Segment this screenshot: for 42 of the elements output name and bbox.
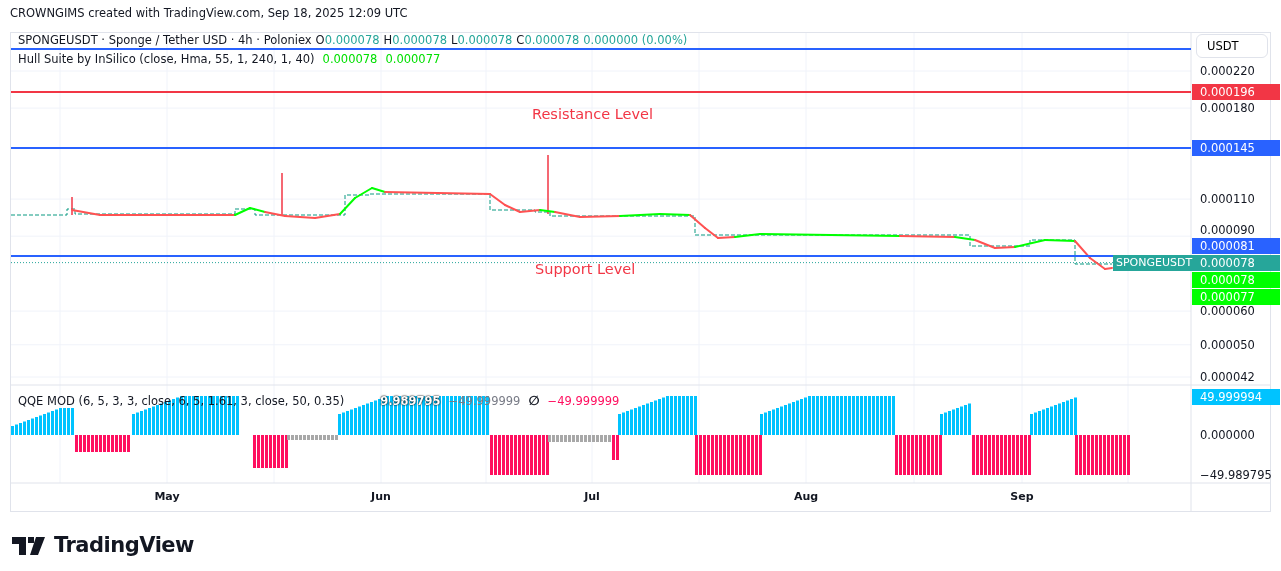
price-tag: 0.000081: [1192, 237, 1280, 254]
price-tag: 0.000078: [1192, 254, 1280, 271]
symbol-tag: SPONGEUSDT: [1113, 254, 1196, 271]
axis-label: 0.000042: [1199, 369, 1256, 385]
indicator-value: 0.000078: [322, 52, 378, 66]
price-tag: 0.000145: [1192, 140, 1280, 157]
price-tag: 0.000196: [1192, 84, 1280, 101]
indicator-value: −49.999999: [547, 394, 620, 408]
symbol-title: SPONGEUSDT · Sponge / Tether USD · 4h · Poloniex: [18, 33, 312, 47]
ohlc-value: 0.000078: [457, 33, 513, 47]
logo-icon: [12, 536, 48, 555]
axis-label: 0.000220: [1199, 63, 1256, 79]
axis-label: 0.000110: [1199, 191, 1256, 208]
axis-label: 0.000060: [1199, 303, 1256, 320]
ohlc-value: 0.000078: [324, 33, 380, 47]
axis-label: 0.000090: [1199, 221, 1256, 238]
ohlc-label: O: [315, 33, 325, 47]
axis-label: 0.000180: [1199, 100, 1256, 117]
ohlc-label: C: [516, 33, 525, 47]
indicator-value: 0.000077: [385, 52, 441, 66]
axis-label: 0.000000: [1199, 427, 1256, 443]
indicator-title: Hull Suite by InSilico (close, Hma, 55, 1, 240, 1, 40): [18, 52, 315, 66]
time-label: Jun: [371, 490, 391, 504]
chart-annotation: Support Level: [535, 262, 636, 276]
indicator-tag: 49.999994: [1192, 389, 1280, 405]
time-label: Sep: [1010, 490, 1034, 504]
time-label: Jul: [584, 490, 600, 504]
price-tag: 0.000077: [1192, 288, 1280, 305]
ohlc-label: L: [451, 33, 458, 47]
attribution-caption: CROWNGIMS created with TradingView.com, Sep 18, 2025 12:09 UTC: [9, 5, 409, 22]
time-label: May: [154, 490, 180, 504]
chart-annotation: Resistance Level: [532, 107, 654, 121]
ohlc-label: H: [383, 33, 393, 47]
price-tag: 0.000078: [1192, 271, 1280, 288]
logo-text: TradingView: [54, 532, 194, 559]
indicator-value: ∅: [528, 394, 540, 408]
ohlc-value: 0.000078: [524, 33, 580, 47]
ohlc-value: 0.000078: [392, 33, 448, 47]
axis-label: 0.000050: [1199, 336, 1256, 353]
currency-button[interactable]: USDT: [1196, 34, 1268, 58]
change-value: 0.000000 (0.00%): [583, 33, 688, 47]
time-label: Aug: [793, 490, 819, 504]
